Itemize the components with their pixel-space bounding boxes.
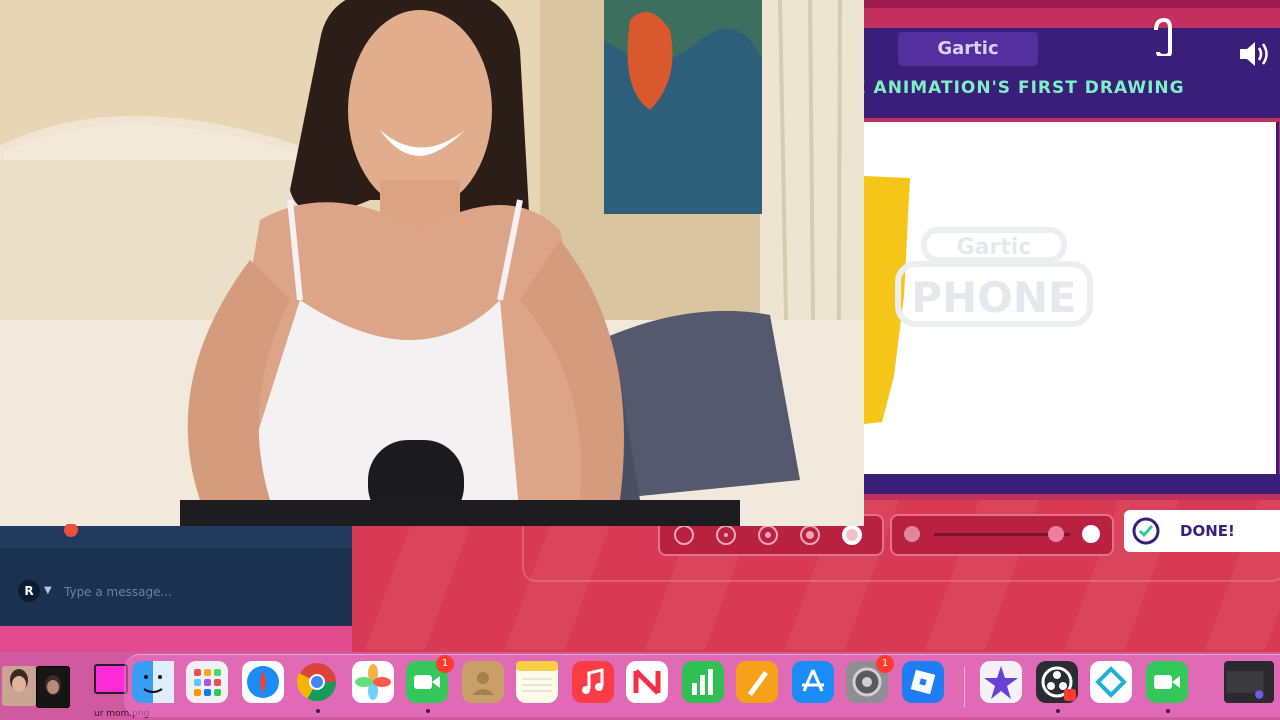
facetime-running-indicator (426, 709, 430, 713)
chrome-icon[interactable] (296, 661, 338, 703)
safari-icon[interactable] (242, 661, 284, 703)
game-logo: Gartic (898, 32, 1038, 66)
done-button[interactable]: DONE! (1124, 510, 1280, 552)
dock-separator (964, 667, 965, 707)
notification-badge: 1 (876, 655, 894, 673)
roblox-icon[interactable] (902, 661, 944, 703)
proxyman-icon[interactable] (1090, 661, 1132, 703)
notes-icon[interactable] (516, 661, 558, 703)
chat-panel: R ▼ (0, 524, 352, 626)
brush-size-1[interactable] (674, 525, 694, 545)
chat-message-input[interactable] (62, 578, 346, 606)
obs-icon[interactable] (1036, 661, 1078, 703)
webcam-feed (0, 0, 864, 526)
game-window: Gartic E ANIMATION'S FIRST DRAWING Garti… (864, 0, 1280, 500)
numbers-icon[interactable] (682, 661, 724, 703)
app-store-icon[interactable] (792, 661, 834, 703)
finder-icon[interactable] (132, 661, 174, 703)
photos-icon[interactable] (352, 661, 394, 703)
reaction-emoji-icon (64, 524, 78, 537)
obs-running-indicator (1056, 709, 1060, 713)
music-icon[interactable] (572, 661, 614, 703)
desktop-thumbnail-2[interactable] (36, 666, 70, 708)
facetime-icon[interactable]: 1 (406, 655, 454, 703)
opacity-min-icon (904, 526, 920, 542)
launchpad-icon[interactable] (186, 661, 228, 703)
desktop-thumbnail-1[interactable] (2, 666, 36, 706)
contacts-icon[interactable] (462, 661, 504, 703)
chevron-down-icon[interactable]: ▼ (44, 580, 56, 602)
desktop-file-icon[interactable] (94, 664, 128, 694)
chrome-running-indicator (316, 709, 320, 713)
done-label: DONE! (1180, 522, 1235, 540)
chat-message-area (0, 524, 352, 548)
pages-icon[interactable] (736, 661, 778, 703)
brush-size-5[interactable] (842, 525, 862, 545)
chat-avatar[interactable]: R (18, 580, 40, 602)
facetime-2-icon[interactable] (1146, 661, 1188, 703)
watermark-line-2: PHONE (911, 273, 1076, 322)
brush-size-4[interactable] (800, 525, 820, 545)
opacity-handle[interactable] (1048, 526, 1065, 542)
game-top-strip (864, 0, 1280, 8)
drawing-canvas[interactable]: Gartic PHONE (864, 122, 1279, 474)
check-icon (1132, 517, 1160, 545)
volume-icon[interactable] (1238, 40, 1272, 68)
facetime-2-running-indicator (1166, 709, 1170, 713)
dock: 1 1 (124, 654, 1280, 717)
opacity-slider[interactable] (890, 514, 1114, 556)
opacity-max-icon (1082, 525, 1100, 543)
chat-footer-bar (0, 626, 352, 652)
brush-size-2[interactable] (716, 525, 736, 545)
watermark-line-1: Gartic (957, 235, 1032, 260)
game-prompt: E ANIMATION'S FIRST DRAWING (864, 78, 1185, 98)
notification-badge: 1 (436, 655, 454, 673)
news-icon[interactable] (626, 661, 668, 703)
screenshot-thumbnail[interactable] (1224, 661, 1274, 703)
gartic-phone-watermark: Gartic PHONE (894, 222, 1094, 342)
game-header: Gartic E ANIMATION'S FIRST DRAWING (864, 17, 1280, 118)
imovie-icon[interactable] (980, 661, 1022, 703)
timer-icon (1150, 16, 1174, 59)
system-preferences-icon[interactable]: 1 (846, 655, 894, 703)
canvas-border (864, 474, 1280, 494)
brush-size-3[interactable] (758, 525, 778, 545)
